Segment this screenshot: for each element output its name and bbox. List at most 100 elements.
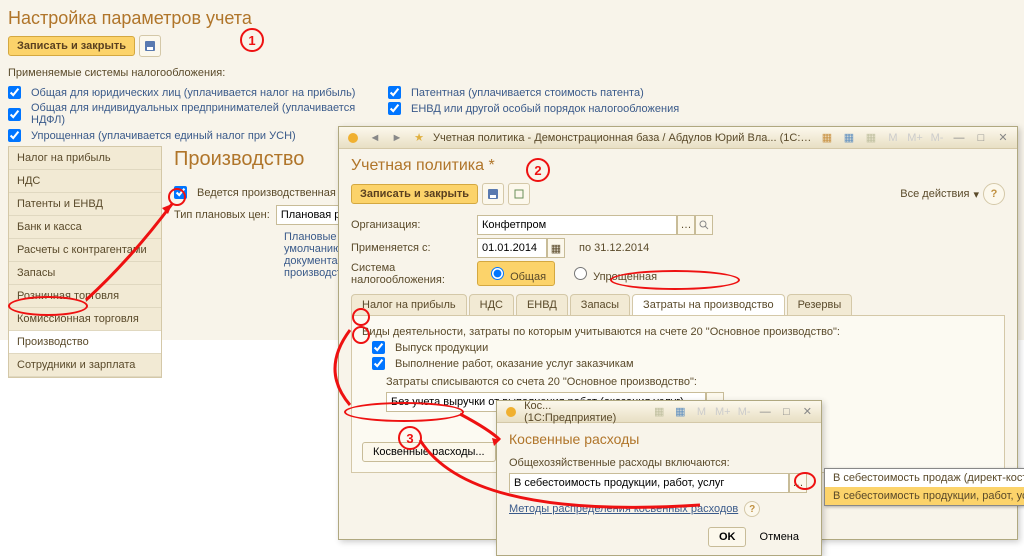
sidebar-item-patents[interactable]: Патенты и ЕНВД — [9, 193, 161, 216]
annotation-cb2-ellipse — [352, 326, 370, 344]
sidebar-item-profit-tax[interactable]: Налог на прибыль — [9, 147, 161, 170]
annotation-1: 1 — [240, 28, 264, 52]
policy-save-icon[interactable] — [482, 183, 504, 205]
back-icon[interactable]: ◄ — [367, 130, 383, 146]
mminus-icon[interactable]: M- — [929, 130, 945, 146]
plan-price-label: Тип плановых цен: — [174, 209, 270, 221]
org-search-icon[interactable] — [695, 215, 713, 235]
tab-reserves[interactable]: Резервы — [787, 294, 853, 315]
sidebar-item-vat[interactable]: НДС — [9, 170, 161, 193]
save-close-label: Записать и закрыть — [17, 40, 126, 52]
ind-date-icon[interactable]: ▦ — [673, 404, 688, 420]
sidebar-item-bank[interactable]: Банк и касса — [9, 216, 161, 239]
tax-patent-label: Патентная (уплачивается стоимость патент… — [411, 87, 644, 99]
org-input[interactable] — [477, 215, 677, 235]
help-icon[interactable]: ? — [983, 183, 1005, 205]
works-label: Выполнение работ, оказание услуг заказчи… — [395, 358, 634, 370]
output-checkbox[interactable] — [372, 341, 385, 354]
ok-button[interactable]: OK — [708, 527, 747, 547]
ind-mminus-icon[interactable]: M- — [737, 404, 752, 420]
option-cost-of-production[interactable]: В себестоимость продукции, работ, услуг — [825, 487, 1024, 505]
tax-sys-general[interactable]: Общая — [477, 261, 555, 286]
plan-price-input[interactable] — [276, 205, 346, 225]
ind-max-icon[interactable]: □ — [779, 404, 794, 420]
annotation-dots-ellipse — [794, 472, 816, 490]
policy-save-close-label: Записать и закрыть — [360, 188, 469, 200]
indirect-win-title: Кос... (1С:Предприятие) — [524, 400, 640, 424]
policy-save-close-button[interactable]: Записать и закрыть — [351, 184, 478, 204]
org-label: Организация: — [351, 219, 471, 231]
close-icon[interactable]: ✕ — [995, 130, 1011, 146]
tax-legal-label: Общая для юридических лиц (уплачивается … — [31, 87, 355, 99]
policy-win-title: Учетная политика - Демонстрационная база… — [433, 132, 813, 144]
date-icon[interactable]: ▦ — [841, 130, 857, 146]
date-from-input[interactable] — [477, 238, 547, 258]
methods-link[interactable]: Методы распределения косвенных расходов — [509, 503, 738, 515]
tax-sys-label: Система налогообложения: — [351, 262, 471, 286]
annotation-2: 2 — [526, 158, 550, 182]
fwd-icon[interactable]: ► — [389, 130, 405, 146]
app-icon — [345, 130, 361, 146]
ind-m-icon[interactable]: M — [694, 404, 709, 420]
tax-individual-checkbox[interactable] — [8, 108, 21, 121]
save-icon-button[interactable] — [139, 35, 161, 57]
cancel-button[interactable]: Отмена — [750, 528, 809, 546]
works-checkbox[interactable] — [372, 357, 385, 370]
writeoff-label: Затраты списываются со счета 20 "Основно… — [386, 376, 994, 388]
sidebar-item-production[interactable]: Производство — [9, 331, 161, 354]
indirect-value-input[interactable] — [509, 473, 789, 493]
sidebar-item-stock[interactable]: Запасы — [9, 262, 161, 285]
indirect-heading: Косвенные расходы — [509, 431, 809, 447]
tax-envd-checkbox[interactable] — [388, 102, 401, 115]
ind-grid-icon[interactable]: ▦ — [652, 404, 667, 420]
tax-individual-label: Общая для индивидуальных предпринимателе… — [31, 102, 358, 126]
indirect-options-dropdown: В себестоимость продаж (директ-костинг) … — [824, 468, 1024, 506]
ind-min-icon[interactable]: — — [758, 404, 773, 420]
chevron-down-icon[interactable]: ▾ — [973, 188, 979, 201]
org-select-icon[interactable]: … — [677, 215, 695, 235]
tax-usn-label: Упрощенная (уплачивается единый налог пр… — [31, 130, 296, 142]
star-icon[interactable]: ★ — [411, 130, 427, 146]
tab-production-costs[interactable]: Затраты на производство — [632, 294, 785, 315]
annotation-checkbox-ellipse — [168, 188, 186, 206]
grid-icon[interactable]: ▦ — [863, 130, 879, 146]
max-icon[interactable]: □ — [973, 130, 989, 146]
tax-patent-checkbox[interactable] — [388, 86, 401, 99]
ind-close-icon[interactable]: ✕ — [800, 404, 815, 420]
annotation-3: 3 — [398, 426, 422, 450]
indirect-label1: Общехозяйственные расходы включаются: — [509, 457, 809, 469]
sidebar-item-staff[interactable]: Сотрудники и зарплата — [9, 354, 161, 377]
calendar-icon[interactable]: ▦ — [547, 238, 565, 258]
tab-vat[interactable]: НДС — [469, 294, 514, 315]
tab-stock[interactable]: Запасы — [570, 294, 630, 315]
tab-envd[interactable]: ЕНВД — [516, 294, 568, 315]
ind-app-icon — [503, 404, 518, 420]
option-direct-costing[interactable]: В себестоимость продаж (директ-костинг) — [825, 469, 1024, 487]
sidebar-item-counterparties[interactable]: Расчеты с контрагентами — [9, 239, 161, 262]
mplus-icon[interactable]: M+ — [907, 130, 923, 146]
costs-line1: Виды деятельности, затраты по которым уч… — [362, 326, 994, 338]
page-title: Настройка параметров учета — [8, 8, 1016, 29]
save-close-button[interactable]: Записать и закрыть — [8, 36, 135, 56]
tax-legal-checkbox[interactable] — [8, 86, 21, 99]
m-icon[interactable]: M — [885, 130, 901, 146]
calc-icon[interactable]: ▦ — [819, 130, 835, 146]
indirect-costs-button[interactable]: Косвенные расходы... — [362, 442, 496, 462]
output-label: Выпуск продукции — [395, 342, 488, 354]
all-actions-link[interactable]: Все действия — [900, 188, 969, 200]
policy-create-icon[interactable] — [508, 183, 530, 205]
date-to-label: по 31.12.2014 — [579, 242, 649, 254]
annotation-sidebar-ellipse — [8, 296, 88, 316]
methods-help-icon[interactable]: ? — [744, 501, 760, 517]
tax-envd-label: ЕНВД или другой особый порядок налогообл… — [411, 103, 679, 115]
ind-mplus-icon[interactable]: M+ — [715, 404, 731, 420]
production-heading: Производство — [174, 148, 304, 171]
annotation-cb1-ellipse — [352, 308, 370, 326]
min-icon[interactable]: — — [951, 130, 967, 146]
tax-systems-label: Применяемые системы налогообложения: — [8, 67, 1016, 79]
settings-sidebar: Налог на прибыль НДС Патенты и ЕНВД Банк… — [8, 146, 162, 378]
date-from-label: Применяется с: — [351, 242, 471, 254]
policy-heading: Учетная политика * — [351, 157, 1005, 175]
tax-usn-checkbox[interactable] — [8, 129, 21, 142]
annotation-btn-ellipse — [344, 402, 464, 422]
